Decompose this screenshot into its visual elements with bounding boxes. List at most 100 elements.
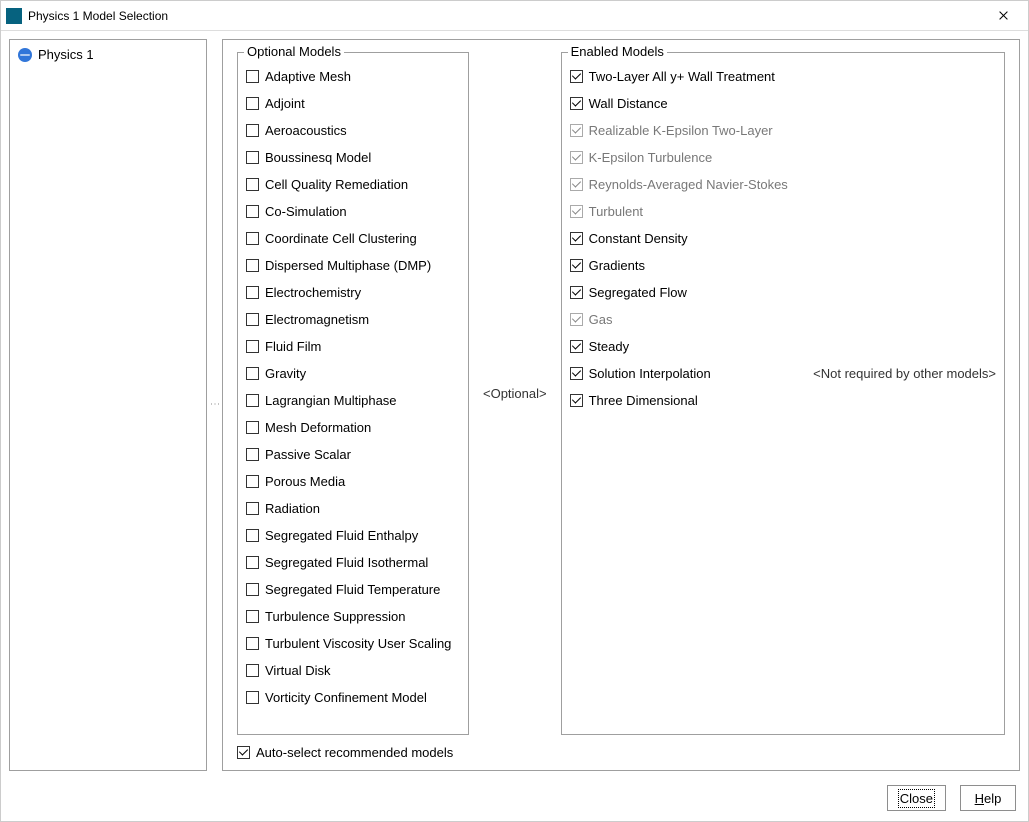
optional-model-label[interactable]: Co-Simulation bbox=[265, 204, 347, 219]
optional-model-label[interactable]: Passive Scalar bbox=[265, 447, 351, 462]
optional-models-list: Adaptive Mesh Adjoint Aeroacoustics Boussin… bbox=[246, 67, 460, 706]
optional-model-item: Virtual Disk bbox=[246, 661, 460, 679]
optional-model-label[interactable]: Turbulent Viscosity User Scaling bbox=[265, 636, 451, 651]
optional-model-checkbox[interactable] bbox=[246, 151, 259, 164]
optional-model-item: Mesh Deformation bbox=[246, 418, 460, 436]
enabled-model-label[interactable]: Two-Layer All y+ Wall Treatment bbox=[589, 69, 775, 84]
button-bar: Close Help bbox=[1, 779, 1028, 821]
optional-model-checkbox[interactable] bbox=[246, 421, 259, 434]
optional-model-item: Co-Simulation bbox=[246, 202, 460, 220]
optional-model-label[interactable]: Segregated Fluid Isothermal bbox=[265, 555, 428, 570]
optional-model-checkbox[interactable] bbox=[246, 70, 259, 83]
enabled-model-item: Gradients bbox=[570, 256, 996, 274]
enabled-model-checkbox[interactable] bbox=[570, 394, 583, 407]
optional-model-checkbox[interactable] bbox=[246, 124, 259, 137]
optional-model-label[interactable]: Boussinesq Model bbox=[265, 150, 371, 165]
enabled-model-item: Gas bbox=[570, 310, 996, 328]
enabled-model-checkbox[interactable] bbox=[570, 97, 583, 110]
optional-model-checkbox[interactable] bbox=[246, 232, 259, 245]
optional-model-checkbox[interactable] bbox=[246, 475, 259, 488]
enabled-model-checkbox[interactable] bbox=[570, 232, 583, 245]
optional-model-label[interactable]: Gravity bbox=[265, 366, 306, 381]
optional-model-checkbox[interactable] bbox=[246, 448, 259, 461]
optional-model-item: Dispersed Multiphase (DMP) bbox=[246, 256, 460, 274]
optional-model-label[interactable]: Adjoint bbox=[265, 96, 305, 111]
optional-model-item: Segregated Fluid Isothermal bbox=[246, 553, 460, 571]
optional-model-item: Electromagnetism bbox=[246, 310, 460, 328]
optional-model-label[interactable]: Aeroacoustics bbox=[265, 123, 347, 138]
window-close-button[interactable] bbox=[981, 1, 1026, 30]
auto-select-label[interactable]: Auto-select recommended models bbox=[256, 745, 453, 760]
enabled-model-checkbox[interactable] bbox=[570, 367, 583, 380]
optional-model-checkbox[interactable] bbox=[246, 637, 259, 650]
optional-model-item: Adaptive Mesh bbox=[246, 67, 460, 85]
enabled-model-label[interactable]: Segregated Flow bbox=[589, 285, 687, 300]
help-button[interactable]: Help bbox=[960, 785, 1016, 811]
enabled-model-label[interactable]: Three Dimensional bbox=[589, 393, 698, 408]
optional-model-label[interactable]: Adaptive Mesh bbox=[265, 69, 351, 84]
optional-model-item: Fluid Film bbox=[246, 337, 460, 355]
optional-model-label[interactable]: Coordinate Cell Clustering bbox=[265, 231, 417, 246]
enabled-models-legend: Enabled Models bbox=[568, 44, 667, 59]
optional-model-label[interactable]: Dispersed Multiphase (DMP) bbox=[265, 258, 431, 273]
enabled-model-label[interactable]: Wall Distance bbox=[589, 96, 668, 111]
optional-model-checkbox[interactable] bbox=[246, 367, 259, 380]
enabled-model-checkbox bbox=[570, 151, 583, 164]
optional-model-checkbox[interactable] bbox=[246, 313, 259, 326]
optional-model-label[interactable]: Mesh Deformation bbox=[265, 420, 371, 435]
auto-select-checkbox[interactable] bbox=[237, 746, 250, 759]
optional-model-checkbox[interactable] bbox=[246, 286, 259, 299]
optional-model-label[interactable]: Virtual Disk bbox=[265, 663, 331, 678]
optional-model-label[interactable]: Cell Quality Remediation bbox=[265, 177, 408, 192]
optional-models-legend: Optional Models bbox=[244, 44, 344, 59]
close-icon bbox=[998, 10, 1009, 21]
optional-model-item: Radiation bbox=[246, 499, 460, 517]
optional-model-label[interactable]: Lagrangian Multiphase bbox=[265, 393, 397, 408]
optional-model-label[interactable]: Radiation bbox=[265, 501, 320, 516]
optional-model-label[interactable]: Porous Media bbox=[265, 474, 345, 489]
optional-model-label[interactable]: Segregated Fluid Temperature bbox=[265, 582, 440, 597]
optional-model-label[interactable]: Segregated Fluid Enthalpy bbox=[265, 528, 418, 543]
splitter-handle[interactable]: ⋮ bbox=[213, 39, 216, 771]
optional-model-checkbox[interactable] bbox=[246, 610, 259, 623]
enabled-model-label[interactable]: Steady bbox=[589, 339, 629, 354]
enabled-model-label[interactable]: Gradients bbox=[589, 258, 645, 273]
titlebar: Physics 1 Model Selection bbox=[1, 1, 1028, 31]
optional-model-label[interactable]: Fluid Film bbox=[265, 339, 321, 354]
optional-model-checkbox[interactable] bbox=[246, 178, 259, 191]
optional-model-checkbox[interactable] bbox=[246, 691, 259, 704]
optional-model-label[interactable]: Turbulence Suppression bbox=[265, 609, 405, 624]
enabled-model-checkbox[interactable] bbox=[570, 286, 583, 299]
optional-model-label[interactable]: Electromagnetism bbox=[265, 312, 369, 327]
optional-model-checkbox[interactable] bbox=[246, 205, 259, 218]
enabled-model-label[interactable]: Constant Density bbox=[589, 231, 688, 246]
optional-model-checkbox[interactable] bbox=[246, 556, 259, 569]
optional-model-checkbox[interactable] bbox=[246, 259, 259, 272]
optional-model-checkbox[interactable] bbox=[246, 340, 259, 353]
optional-model-label[interactable]: Electrochemistry bbox=[265, 285, 361, 300]
optional-model-item: Porous Media bbox=[246, 472, 460, 490]
optional-model-label[interactable]: Vorticity Confinement Model bbox=[265, 690, 427, 705]
optional-model-checkbox[interactable] bbox=[246, 97, 259, 110]
app-icon bbox=[6, 8, 22, 24]
optional-separator-label: <Optional> bbox=[479, 386, 551, 401]
optional-model-checkbox[interactable] bbox=[246, 583, 259, 596]
enabled-model-label: Reynolds-Averaged Navier-Stokes bbox=[589, 177, 788, 192]
enabled-model-label: Turbulent bbox=[589, 204, 643, 219]
enabled-model-checkbox bbox=[570, 178, 583, 191]
enabled-model-checkbox[interactable] bbox=[570, 70, 583, 83]
enabled-model-checkbox[interactable] bbox=[570, 340, 583, 353]
enabled-model-label[interactable]: Solution Interpolation bbox=[589, 366, 711, 381]
optional-model-checkbox[interactable] bbox=[246, 529, 259, 542]
enabled-model-checkbox[interactable] bbox=[570, 259, 583, 272]
window-title: Physics 1 Model Selection bbox=[28, 9, 981, 23]
enabled-models-group: Enabled Models Two-Layer All y+ Wall Tre… bbox=[561, 52, 1005, 735]
enabled-model-item: Constant Density bbox=[570, 229, 996, 247]
close-button[interactable]: Close bbox=[887, 785, 946, 811]
enabled-model-item: Steady bbox=[570, 337, 996, 355]
optional-model-checkbox[interactable] bbox=[246, 664, 259, 677]
optional-model-item: Coordinate Cell Clustering bbox=[246, 229, 460, 247]
optional-model-checkbox[interactable] bbox=[246, 394, 259, 407]
tree-item-physics1[interactable]: Physics 1 bbox=[14, 46, 202, 63]
optional-model-checkbox[interactable] bbox=[246, 502, 259, 515]
